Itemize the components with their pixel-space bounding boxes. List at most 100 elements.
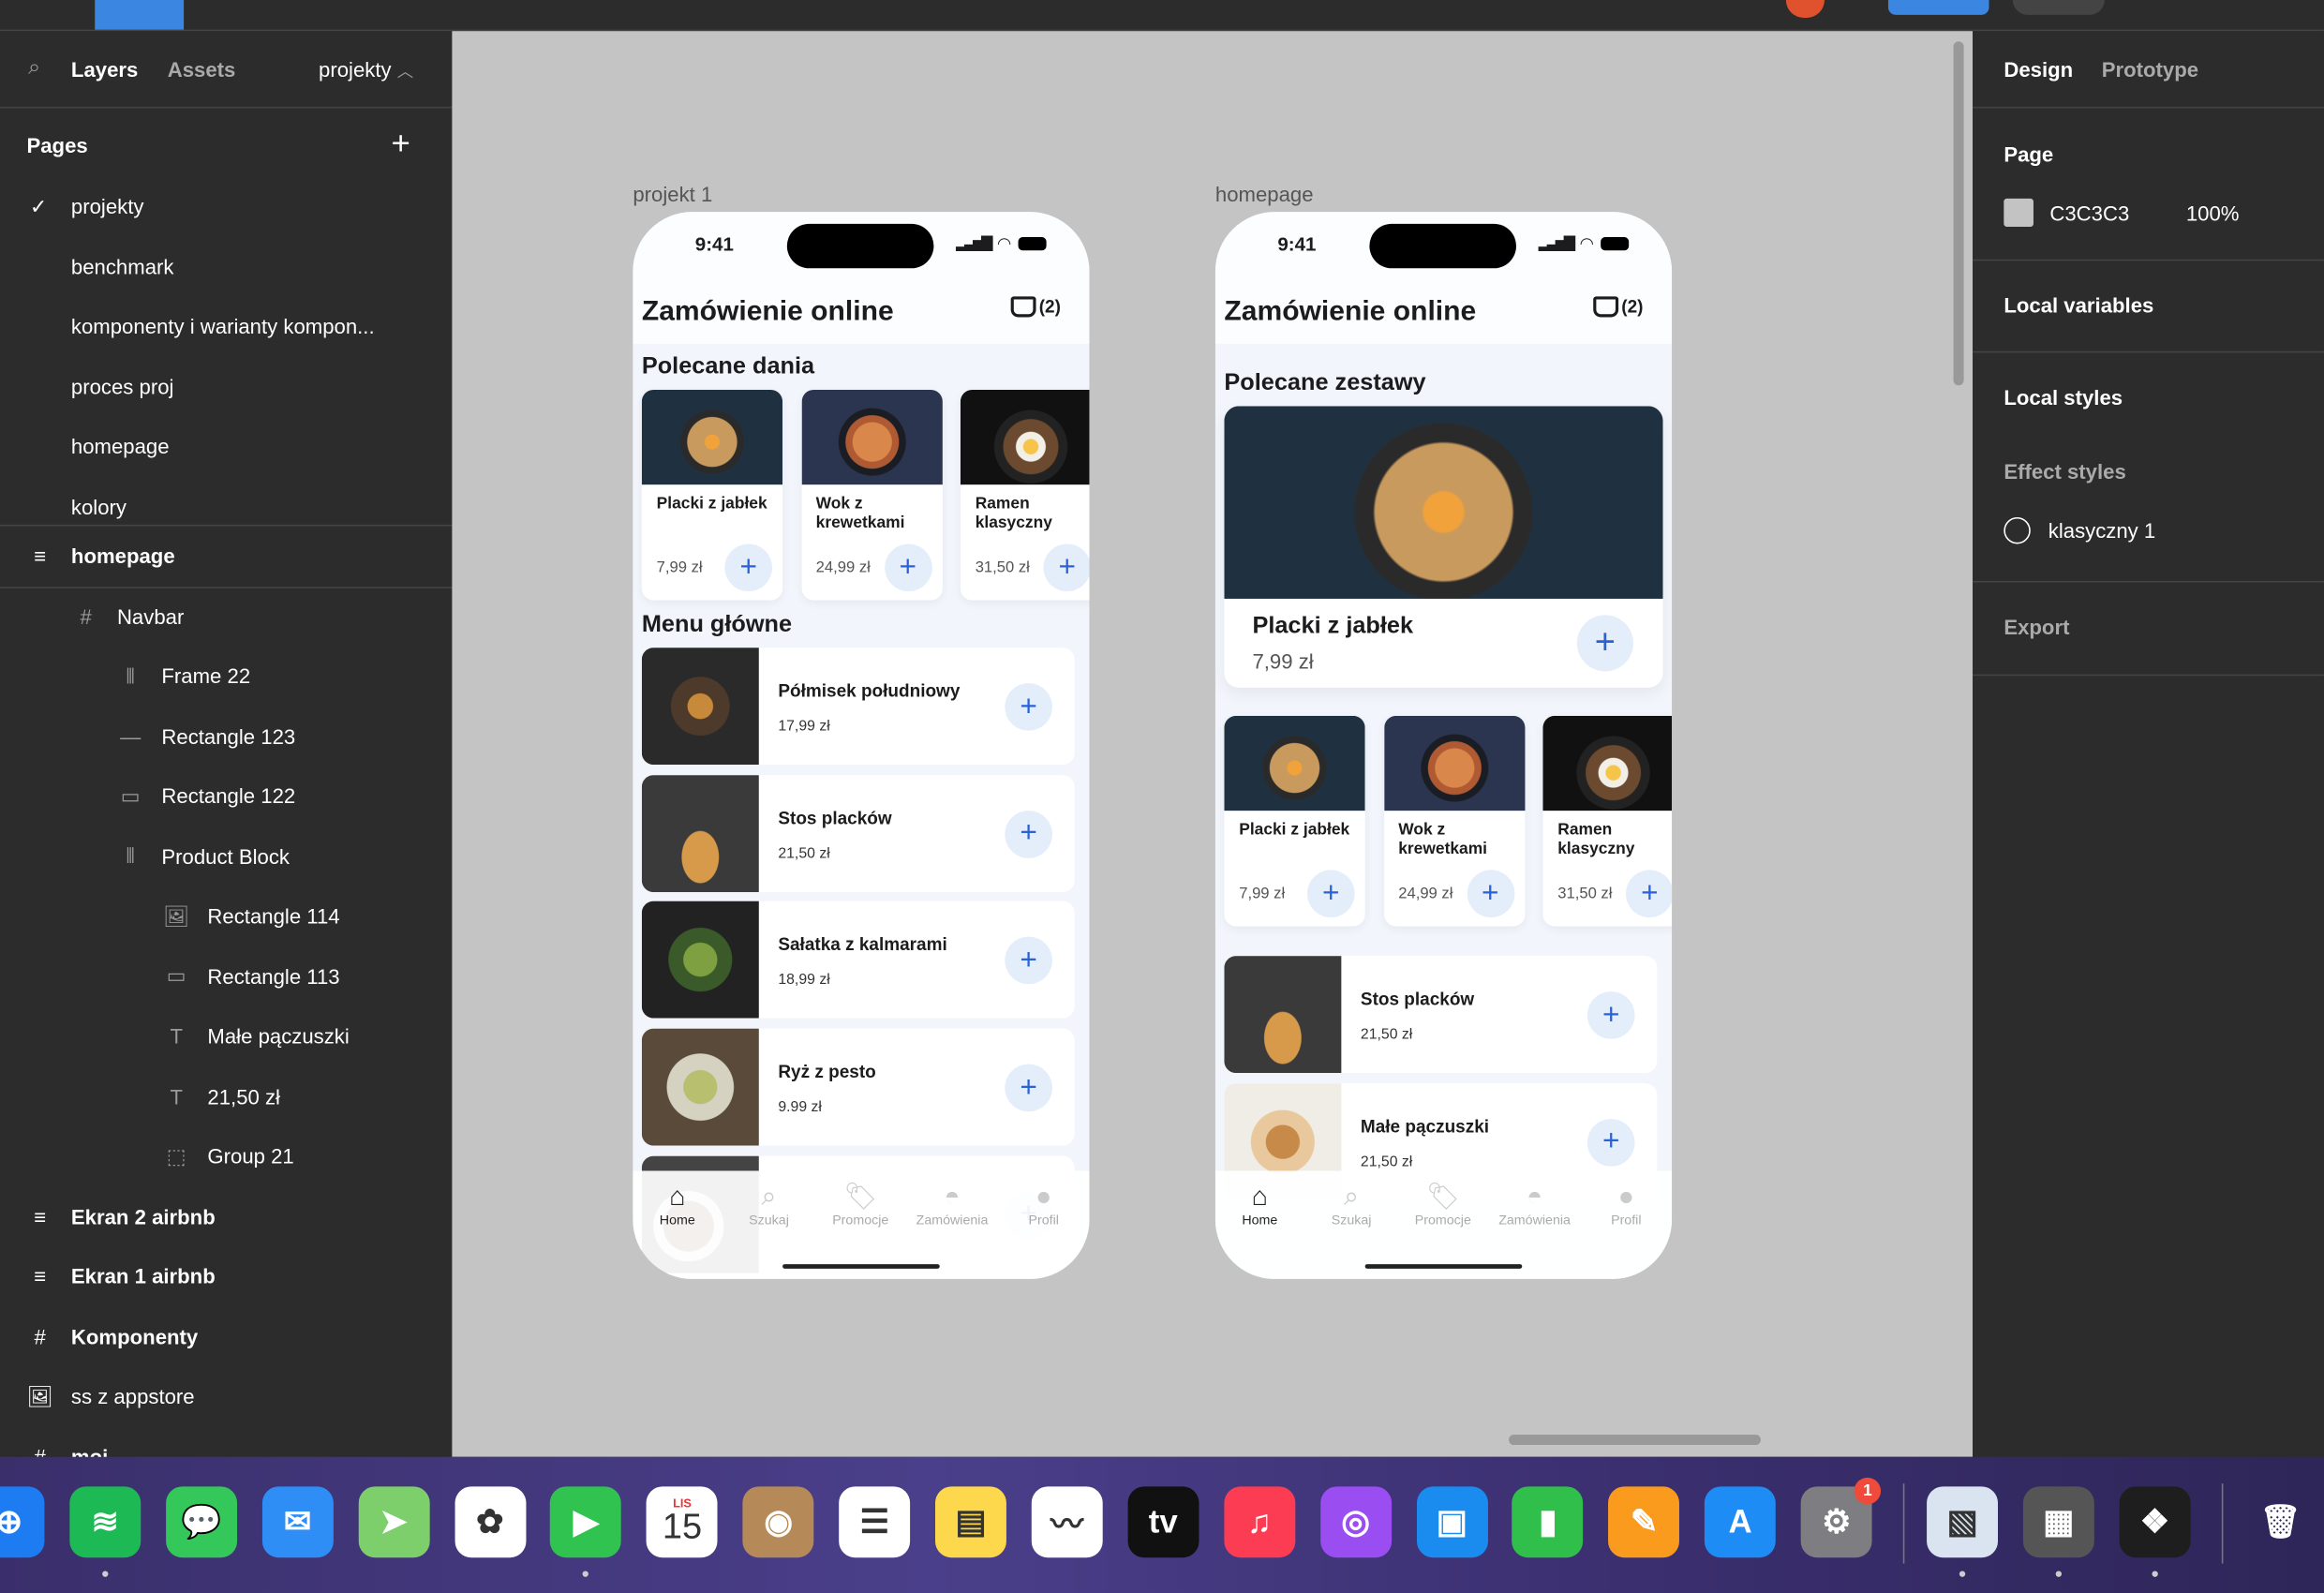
- photos-icon[interactable]: ✿: [454, 1486, 526, 1558]
- messages-icon[interactable]: 💬: [165, 1486, 237, 1558]
- nav-item-szukaj[interactable]: ⌕ Szukaj: [724, 1180, 813, 1228]
- nav-item-szukaj[interactable]: ⌕ Szukaj: [1307, 1180, 1396, 1228]
- layer-item[interactable]: ≡ Ekran 2 airbnb: [0, 1186, 452, 1245]
- layer-item[interactable]: ≡ Ekran 1 airbnb: [0, 1246, 452, 1305]
- move-tool-button[interactable]: [95, 0, 185, 30]
- cart-button[interactable]: (2): [1593, 296, 1643, 318]
- add-to-cart-button[interactable]: +: [1043, 543, 1090, 592]
- add-to-cart-button[interactable]: +: [1005, 683, 1052, 731]
- numbers-icon[interactable]: ▮: [1512, 1486, 1584, 1558]
- menu-item[interactable]: Stos placków 21,50 zł +: [1224, 956, 1658, 1074]
- freeform-icon[interactable]: 〰: [1031, 1486, 1103, 1558]
- page-color-value[interactable]: C3C3C3: [2049, 201, 2129, 225]
- tab-prototype[interactable]: Prototype: [2102, 58, 2198, 82]
- figma-icon[interactable]: ❖: [2119, 1486, 2191, 1558]
- export-section[interactable]: Export: [2004, 615, 2069, 638]
- tab-layers[interactable]: Layers: [71, 58, 138, 82]
- play-button[interactable]: [2012, 0, 2105, 15]
- vertical-scrollbar[interactable]: [1953, 41, 1964, 386]
- mail-icon[interactable]: ✉: [261, 1486, 334, 1558]
- tab-design[interactable]: Design: [2004, 58, 2073, 82]
- layer-item[interactable]: ▭ Rectangle 122: [0, 767, 452, 826]
- add-to-cart-button[interactable]: +: [884, 543, 932, 592]
- keynote-icon[interactable]: ▣: [1416, 1486, 1488, 1558]
- calendar-icon[interactable]: LIS 15: [647, 1486, 718, 1558]
- product-card[interactable]: Placki z jabłek 7,99 zł +: [1224, 715, 1365, 927]
- layer-item[interactable]: 🖼 ss z appstore: [0, 1366, 452, 1425]
- add-page-icon[interactable]: +: [392, 125, 410, 163]
- multiplayer-avatar[interactable]: [1785, 0, 1825, 18]
- page-item[interactable]: ✓ projekty: [0, 176, 452, 235]
- tab-assets[interactable]: Assets: [168, 58, 236, 82]
- spotify-icon[interactable]: ≋: [69, 1486, 142, 1558]
- page-selector[interactable]: projekty ︿: [319, 58, 413, 83]
- phone-frame[interactable]: 9:41 ▂▃▅▇ ◠ Zamówienie online (2) Polecane ze…: [1214, 212, 1673, 1279]
- layer-item[interactable]: ≡ homepage: [0, 526, 452, 585]
- contacts-icon[interactable]: ◉: [742, 1486, 814, 1558]
- layer-item[interactable]: ▭ Rectangle 113: [0, 946, 452, 1005]
- layer-item[interactable]: # Komponenty: [0, 1306, 452, 1365]
- frame-label[interactable]: projekt 1: [633, 183, 712, 206]
- effect-style-item[interactable]: klasyczny 1: [2004, 516, 2155, 544]
- nav-item-promocje[interactable]: 🏷 Promocje: [816, 1180, 905, 1228]
- podcasts-icon[interactable]: ◎: [1319, 1486, 1392, 1558]
- layer-item[interactable]: ⫴ Product Block: [0, 826, 452, 886]
- nav-item-zamówienia[interactable]: ◓ Zamówienia: [1490, 1180, 1579, 1228]
- add-to-cart-button[interactable]: +: [1306, 870, 1355, 918]
- pages-icon[interactable]: ✎: [1608, 1486, 1680, 1558]
- page-item[interactable]: komponenty i warianty kompon...: [0, 296, 452, 355]
- maps-icon[interactable]: ➤: [358, 1486, 430, 1558]
- app-store-icon[interactable]: A: [1705, 1486, 1777, 1558]
- notes-icon[interactable]: ▤: [934, 1486, 1006, 1558]
- system-settings-icon[interactable]: ⚙ 1: [1800, 1477, 1882, 1558]
- nav-item-home[interactable]: ⌂ Home: [1215, 1180, 1304, 1228]
- local-variables[interactable]: Local variables: [2004, 293, 2153, 317]
- add-to-cart-button[interactable]: +: [1005, 810, 1052, 858]
- add-to-cart-button[interactable]: +: [1587, 1118, 1635, 1167]
- safari-icon[interactable]: ⊕: [0, 1486, 45, 1558]
- share-button[interactable]: [1887, 0, 1989, 15]
- reminders-icon[interactable]: ☰: [839, 1486, 911, 1558]
- horizontal-scrollbar[interactable]: [1509, 1434, 1761, 1446]
- page-color-swatch[interactable]: [2004, 198, 2034, 227]
- music-icon[interactable]: ♫: [1223, 1486, 1295, 1558]
- menu-item[interactable]: Półmisek południowy 17,99 zł +: [641, 648, 1075, 766]
- product-card[interactable]: Wok z krewetkami 24,99 zł +: [800, 389, 943, 601]
- add-to-cart-button[interactable]: +: [1587, 991, 1635, 1039]
- layer-item[interactable]: # Navbar: [0, 587, 452, 646]
- cart-button[interactable]: (2): [1010, 296, 1061, 318]
- nav-item-profil[interactable]: ● Profil: [999, 1180, 1088, 1228]
- product-card[interactable]: Ramen klasyczny 31,50 zł +: [1542, 715, 1673, 927]
- page-item[interactable]: benchmark: [0, 236, 452, 295]
- menu-item[interactable]: Ryż z pesto 9.99 zł +: [641, 1028, 1075, 1146]
- canvas[interactable]: projekt 1 9:41 ▂▃▅▇ ◠ Zamówienie online (2) Po…: [452, 31, 1974, 1457]
- layer-item[interactable]: T Małe pączuszki: [0, 1006, 452, 1065]
- nav-item-home[interactable]: ⌂ Home: [633, 1180, 722, 1228]
- preview-icon[interactable]: ▧: [1927, 1486, 1998, 1558]
- page-opacity-value[interactable]: 100%: [2186, 201, 2240, 225]
- product-card[interactable]: Placki z jabłek 7,99 zł +: [641, 389, 783, 601]
- product-card[interactable]: Wok z krewetkami 24,99 zł +: [1383, 715, 1525, 927]
- frame-label[interactable]: homepage: [1215, 183, 1314, 206]
- layer-item[interactable]: 🖼 Rectangle 114: [0, 886, 452, 945]
- featured-card[interactable]: Placki z jabłek 7,99 zł +: [1224, 406, 1663, 688]
- layer-item[interactable]: ⬚ Group 21: [0, 1126, 452, 1185]
- nav-item-promocje[interactable]: 🏷 Promocje: [1398, 1180, 1487, 1228]
- menu-item[interactable]: Sałatka z kalmarami 18,99 zł +: [641, 901, 1075, 1020]
- phone-frame[interactable]: 9:41 ▂▃▅▇ ◠ Zamówienie online (2) Polecane da…: [633, 212, 1090, 1279]
- page-item[interactable]: homepage: [0, 416, 452, 475]
- layer-item[interactable]: ⫴ Frame 22: [0, 647, 452, 706]
- nav-item-zamówienia[interactable]: ◓ Zamówienia: [908, 1180, 997, 1228]
- trash-icon[interactable]: 🗑: [2245, 1486, 2317, 1557]
- menu-item[interactable]: Stos placków 21,50 zł +: [641, 774, 1075, 892]
- search-icon[interactable]: ⌕: [28, 55, 40, 81]
- add-to-cart-button[interactable]: +: [724, 543, 773, 592]
- layer-item[interactable]: — Rectangle 123: [0, 707, 452, 766]
- add-to-cart-button[interactable]: +: [1466, 870, 1514, 918]
- add-to-cart-button[interactable]: +: [1005, 1064, 1052, 1112]
- tv-icon[interactable]: tv: [1127, 1486, 1199, 1558]
- add-to-cart-button[interactable]: +: [1626, 870, 1673, 918]
- facetime-icon[interactable]: ▶: [550, 1486, 622, 1558]
- layer-item[interactable]: T 21,50 zł: [0, 1066, 452, 1125]
- nav-item-profil[interactable]: ● Profil: [1582, 1180, 1671, 1228]
